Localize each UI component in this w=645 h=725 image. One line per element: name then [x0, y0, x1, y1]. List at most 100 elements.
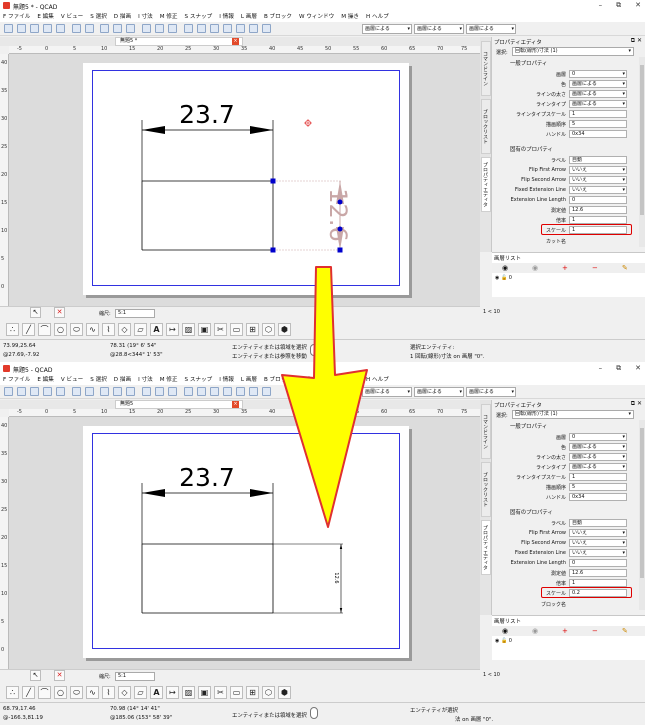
top-dimension-text[interactable]: 23.7 — [179, 463, 235, 492]
add-layer-icon[interactable]: + — [562, 627, 568, 635]
redo-icon[interactable] — [85, 24, 94, 33]
grip-handle[interactable] — [337, 199, 343, 205]
maximize-button[interactable]: ⧉ — [616, 364, 621, 373]
menu-dimension[interactable]: I 寸法 — [138, 375, 153, 385]
prop-lineweight-value[interactable]: 画層による — [569, 90, 627, 98]
menu-modify[interactable]: M 修正 — [160, 12, 178, 22]
prop-fixed-extension-value[interactable]: いいえ — [569, 186, 627, 194]
menu-select[interactable]: S 選択 — [90, 375, 107, 385]
menu-help[interactable]: H ヘルプ — [366, 375, 389, 385]
prop-extension-length-value[interactable]: 0 — [569, 196, 627, 204]
layer-row[interactable]: ◉ 🔓 0 — [495, 275, 512, 281]
tab-command-line[interactable]: コマンドライン — [481, 41, 491, 96]
menu-draw[interactable]: D 描画 — [114, 375, 131, 385]
scale-combo[interactable]: 5:1 — [115, 672, 155, 681]
arc-tool-icon[interactable]: ⌒ — [38, 686, 51, 699]
info-tool-icon[interactable]: ⊞ — [246, 323, 259, 336]
document-tab[interactable]: 無題5 * — [115, 37, 243, 46]
selection-combo[interactable]: 回転(線形)寸法 (1) — [512, 410, 634, 419]
drawing-canvas[interactable]: 23.7 12.6 — [9, 54, 480, 306]
prop-label-value[interactable]: 自動 — [569, 519, 627, 527]
hatch-tool-icon[interactable]: ▨ — [182, 686, 195, 699]
cut-icon[interactable] — [100, 24, 109, 33]
menu-view[interactable]: V ビュー — [61, 375, 83, 385]
modify-tool-icon[interactable]: ✂ — [214, 323, 227, 336]
linewidth-combo[interactable]: 画層による — [414, 24, 464, 34]
property-scrollbar[interactable] — [639, 420, 645, 610]
cancel-icon[interactable]: ✕ — [54, 670, 65, 681]
prop-linetype-value[interactable]: 画層による — [569, 100, 627, 108]
color-combo[interactable]: 画層による — [362, 24, 412, 34]
scale-combo[interactable]: 5:1 — [115, 309, 155, 318]
grip-handle[interactable] — [270, 178, 276, 184]
zoom-out-icon[interactable] — [197, 387, 206, 396]
side-dimension-text[interactable]: 12.6 — [333, 572, 339, 583]
prop-linetype-value[interactable]: 画層による — [569, 463, 627, 471]
linewidth-combo[interactable]: 画層による — [414, 387, 464, 397]
linetype-combo[interactable]: 画層による — [466, 24, 516, 34]
hide-all-layers-icon[interactable]: ◉ — [532, 264, 538, 272]
paste-icon[interactable] — [126, 24, 135, 33]
menu-layer[interactable]: L 画層 — [241, 375, 257, 385]
grid-icon[interactable] — [168, 387, 177, 396]
pen-icon[interactable] — [142, 24, 151, 33]
zoom-auto-icon[interactable] — [210, 24, 219, 33]
pen-icon[interactable] — [142, 387, 151, 396]
color-icon[interactable] — [155, 387, 164, 396]
spline-tool-icon[interactable]: ∿ — [86, 686, 99, 699]
linetype-combo[interactable]: 画層による — [466, 387, 516, 397]
menu-block[interactable]: B ブロック — [264, 375, 292, 385]
menu-window[interactable]: W ウィンドウ — [299, 12, 334, 22]
menu-modify[interactable]: M 修正 — [160, 375, 178, 385]
menu-edit[interactable]: E 編集 — [37, 375, 54, 385]
polyline-tool-icon[interactable]: ⌇ — [102, 686, 115, 699]
prop-flip-first-arrow-value[interactable]: いいえ — [569, 166, 627, 174]
show-all-layers-icon[interactable]: ◉ — [502, 627, 508, 635]
grip-handle[interactable] — [270, 247, 276, 253]
hide-all-layers-icon[interactable]: ◉ — [532, 627, 538, 635]
polyline-tool-icon[interactable]: ⌇ — [102, 323, 115, 336]
zoom-out-icon[interactable] — [197, 24, 206, 33]
paste-icon[interactable] — [126, 387, 135, 396]
snap-tool-icon[interactable]: ⬡ — [262, 686, 275, 699]
prop-fixed-extension-value[interactable]: いいえ — [569, 549, 627, 557]
dimension-tool-icon[interactable]: ↦ — [166, 686, 179, 699]
menu-ops[interactable]: M 操き — [341, 12, 359, 22]
prop-color-value[interactable]: 画層による — [569, 80, 627, 88]
menu-layer[interactable]: L 画層 — [241, 12, 257, 22]
hatch-tool-icon[interactable]: ▨ — [182, 323, 195, 336]
prop-label-value[interactable]: 自動 — [569, 156, 627, 164]
cancel-icon[interactable]: ✕ — [54, 307, 65, 318]
add-layer-icon[interactable]: + — [562, 264, 568, 272]
zoom-previous-icon[interactable] — [223, 24, 232, 33]
prop-color-value[interactable]: 画層による — [569, 443, 627, 451]
remove-layer-icon[interactable]: − — [592, 627, 598, 635]
menu-file[interactable]: F ファイル — [3, 12, 30, 22]
prop-flip-second-arrow-value[interactable]: いいえ — [569, 539, 627, 547]
zoom-in-icon[interactable] — [184, 24, 193, 33]
minimize-button[interactable]: – — [599, 1, 603, 10]
zoom-pan-icon[interactable] — [249, 387, 258, 396]
prop-layer-value[interactable]: 0 — [569, 70, 627, 78]
line-tool-icon[interactable]: ╱ — [22, 323, 35, 336]
new-file-icon[interactable] — [4, 24, 13, 33]
prop-draw-order-value[interactable]: 5 — [569, 483, 627, 491]
grid-icon[interactable] — [168, 24, 177, 33]
menu-view[interactable]: V ビュー — [61, 12, 83, 22]
selection-combo[interactable]: 回転(線形)寸法 (1) — [512, 47, 634, 56]
copy-icon[interactable] — [113, 387, 122, 396]
show-all-layers-icon[interactable]: ◉ — [502, 264, 508, 272]
zoom-selection-icon[interactable] — [262, 387, 271, 396]
text-tool-icon[interactable]: A — [150, 686, 163, 699]
ellipse-tool-icon[interactable]: ⬭ — [70, 323, 83, 336]
text-tool-icon[interactable]: A — [150, 323, 163, 336]
tab-property-editor[interactable]: プロパティエディタ — [481, 157, 491, 212]
zoom-window-icon[interactable] — [236, 24, 245, 33]
redo-icon[interactable] — [85, 387, 94, 396]
menu-select[interactable]: S 選択 — [90, 12, 107, 22]
color-combo[interactable]: 画層による — [362, 387, 412, 397]
menu-edit[interactable]: E 編集 — [37, 12, 54, 22]
save-as-icon[interactable] — [43, 24, 52, 33]
prop-factor-value[interactable]: 1 — [569, 216, 627, 224]
minimize-button[interactable]: – — [599, 364, 603, 373]
